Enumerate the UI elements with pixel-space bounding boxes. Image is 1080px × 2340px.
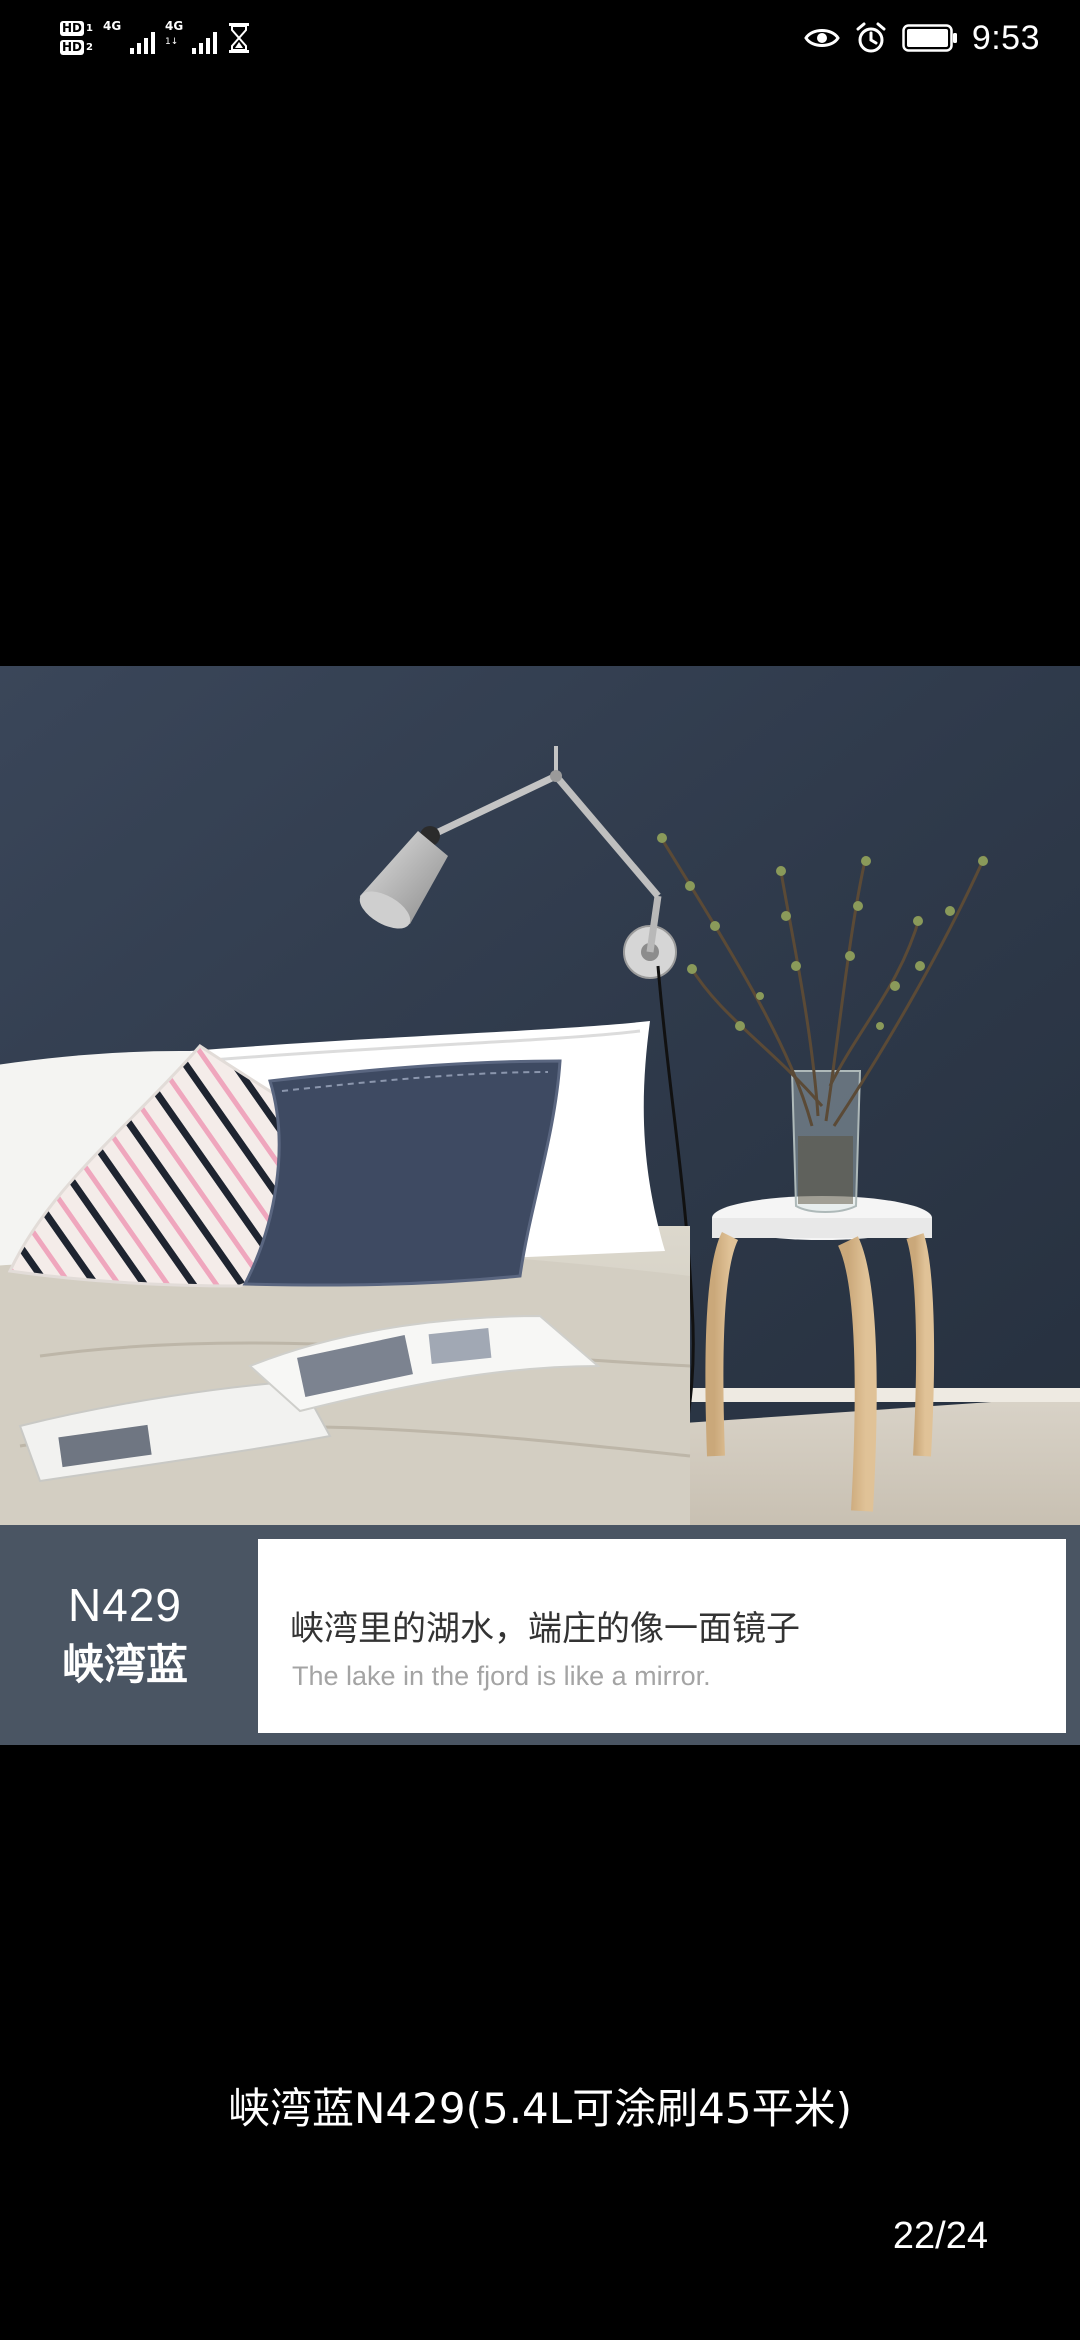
battery-icon xyxy=(902,24,957,52)
color-description-box: 峡湾里的湖水，端庄的像一面镜子 The lake in the fjord is… xyxy=(258,1539,1066,1733)
description-english: The lake in the fjord is like a mirror. xyxy=(292,1661,711,1691)
signal-icon: 4G xyxy=(103,18,155,58)
page-counter: 22/24 xyxy=(892,2215,988,2257)
color-code: N429 xyxy=(68,1579,182,1631)
product-caption: 峡湾蓝N429(5.4L可涂刷45平米) xyxy=(228,2084,852,2133)
hd-icon: HD 2 xyxy=(60,40,93,55)
color-name: 峡湾蓝 xyxy=(61,1640,188,1689)
hd-icon: HD 1 xyxy=(60,21,93,36)
signal-bars-1 xyxy=(129,32,155,54)
hd2-num: 2 xyxy=(86,41,93,53)
network-type-1: 4G xyxy=(102,19,122,33)
hd2-label: HD xyxy=(60,40,85,55)
eye-icon xyxy=(804,29,840,47)
hd-indicators: HD 1 HD 2 xyxy=(60,21,93,55)
hd1-label: HD xyxy=(60,21,85,36)
network-activity-2: 1↓ xyxy=(164,37,179,47)
network-type-2: 4G xyxy=(164,19,184,33)
signal-icon: 4G 1↓ xyxy=(165,18,217,58)
color-caption-card: N429 峡湾蓝 峡湾里的湖水，端庄的像一面镜子 The lake in the… xyxy=(0,1525,1080,1745)
alarm-icon xyxy=(856,22,886,53)
status-bar-right: 9:53 xyxy=(804,10,1040,66)
image-viewer-screen: HD 1 HD 2 4G 4G 1↓ 9:53 N429 峡湾蓝 峡湾里的湖水，… xyxy=(0,0,1080,2340)
status-bar: HD 1 HD 2 4G 4G 1↓ 9:53 xyxy=(0,0,1080,72)
clock: 9:53 xyxy=(971,18,1040,57)
color-code-block: N429 峡湾蓝 xyxy=(0,1525,250,1745)
photo-illustration xyxy=(0,666,1080,1525)
bedroom-photo[interactable] xyxy=(0,666,1080,1525)
status-bar-left: HD 1 HD 2 4G 4G 1↓ xyxy=(60,10,251,66)
hd1-num: 1 xyxy=(86,22,93,34)
signal-bars-2 xyxy=(191,32,217,54)
description-chinese: 峡湾里的湖水，端庄的像一面镜子 xyxy=(290,1609,800,1649)
hourglass-icon xyxy=(228,23,249,53)
